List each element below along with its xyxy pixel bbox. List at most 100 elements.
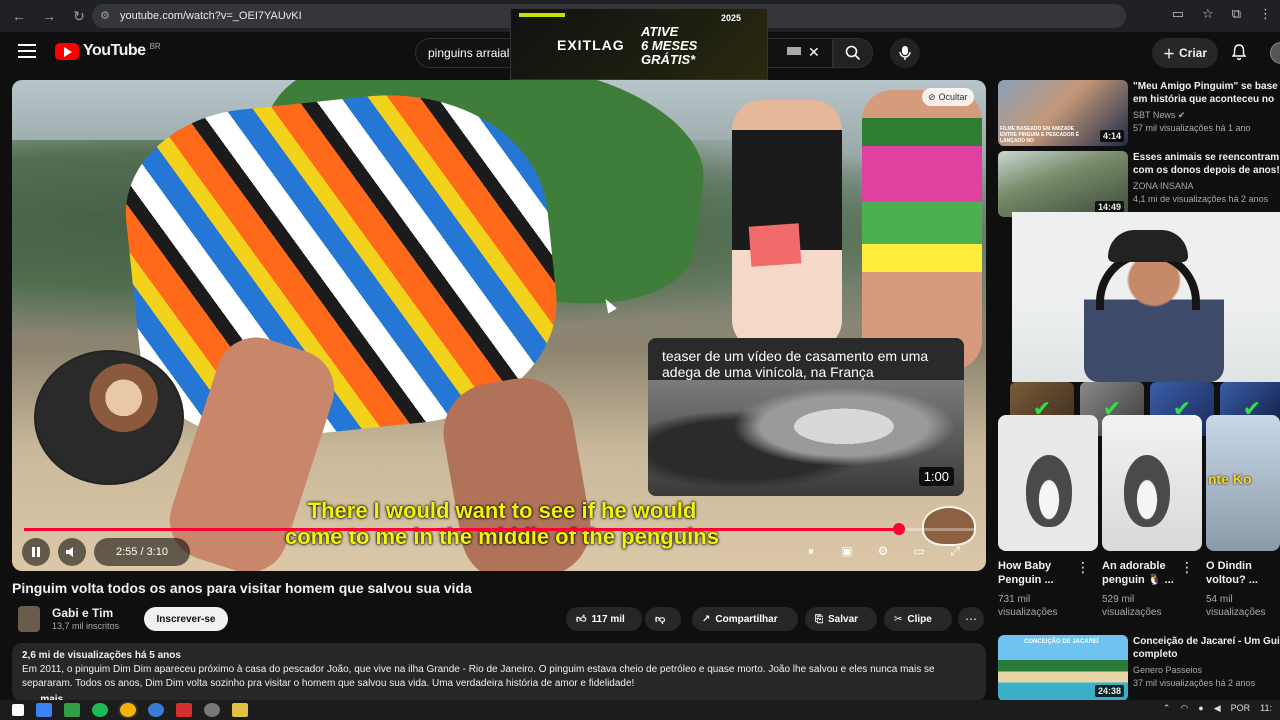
reload-icon[interactable]: ↻	[68, 5, 90, 27]
video-scene-child	[862, 90, 982, 370]
short-menu-icon[interactable]: ⋮	[1180, 559, 1194, 576]
app-icon[interactable]	[232, 703, 248, 717]
exitlag-ad-banner[interactable]: 2025 EXITLAG ATIVE 6 MESES GRÁTIS*	[510, 8, 768, 80]
short-thumbnail	[1102, 415, 1202, 551]
microphone-icon	[899, 46, 911, 60]
app-icon[interactable]	[64, 703, 80, 717]
subtitle-line-1: There I would want to see if he would	[307, 498, 697, 523]
short-overlay-text: nte Ko	[1208, 471, 1252, 487]
site-info-icon[interactable]: ⚙	[100, 9, 114, 23]
file-explorer-icon[interactable]	[36, 703, 52, 717]
tray-icon[interactable]: ⌃	[1163, 703, 1171, 714]
volume-icon	[66, 547, 73, 557]
short-card[interactable]: nte Ko O Dindin voltou? ... 54 mil visua…	[1206, 415, 1280, 618]
dislike-button[interactable]: 👎︎	[645, 607, 681, 631]
ad-line-2: 6 MESES	[641, 38, 698, 53]
search-value: pinguins arraial	[428, 46, 510, 60]
thumbnail-caption: CONCEIÇÃO DE JACAREÍ	[1024, 639, 1099, 645]
short-views: 54 mil visualizações	[1206, 593, 1280, 619]
share-icon: ↗	[702, 613, 711, 625]
cast-icon[interactable]: ▭	[1172, 6, 1184, 22]
teaser-popup[interactable]: teaser de um vídeo de casamento em uma a…	[648, 338, 964, 496]
recommendation-thumbnail: FILME BASEADO EM AMIZADE ENTRE PINGUIM E…	[998, 80, 1128, 146]
short-title: How Baby Penguin ...	[998, 559, 1084, 587]
channel-subscribers: 13,7 mil inscritos	[52, 621, 120, 631]
search-icon	[845, 45, 861, 61]
video-player[interactable]: ⊘ Ocultar teaser de um vídeo de casament…	[12, 80, 986, 571]
windows-taskbar: ⌃ ◠ ● ◀ POR 11:	[0, 700, 1280, 720]
pause-icon	[32, 547, 40, 557]
autoplay-toggle-icon[interactable]: ⏸	[800, 540, 822, 562]
more-actions-button[interactable]: ⋯	[958, 607, 984, 631]
save-button[interactable]: ⎘ Salvar	[805, 607, 877, 631]
like-count: 117 mil	[591, 613, 625, 625]
ad-year: 2025	[720, 13, 741, 23]
miniplayer-icon[interactable]: ▭	[908, 540, 930, 562]
chrome-icon[interactable]	[120, 703, 136, 717]
short-thumbnail: nte Ko	[1206, 415, 1280, 551]
back-icon[interactable]: ←	[8, 5, 30, 27]
video-duration: 4:14	[1099, 130, 1124, 142]
recommendation-channel: Genero Passeios	[1133, 665, 1203, 675]
recommendation-channel: ZONA INSANA	[1133, 181, 1194, 191]
forward-icon[interactable]: →	[38, 5, 60, 27]
windows-start-icon[interactable]	[12, 704, 24, 716]
app-icon[interactable]	[176, 703, 192, 717]
ad-brand: EXITLAG	[557, 37, 625, 53]
title-line: voltou? ...	[1206, 574, 1258, 586]
keyboard-icon[interactable]	[787, 47, 801, 55]
short-card[interactable]: How Baby Penguin ... 731 mil visualizaçõ…	[998, 415, 1098, 618]
clock[interactable]: 11:	[1260, 703, 1272, 714]
ad-line-1: ATIVE	[641, 24, 679, 39]
youtube-logo[interactable]: YouTube BR	[55, 42, 161, 60]
short-views: 731 mil visualizações	[998, 593, 1098, 619]
search-button[interactable]	[833, 38, 873, 68]
hamburger-menu-icon[interactable]	[18, 44, 36, 58]
chrome-menu-icon[interactable]: ⋮	[1259, 6, 1272, 22]
subscribe-button[interactable]: Inscrever-se	[144, 607, 228, 631]
fullscreen-icon[interactable]: ⤢	[944, 540, 966, 562]
channel-name[interactable]: Gabi e Tim	[52, 606, 113, 620]
voice-search-button[interactable]	[890, 38, 920, 68]
bookmark-star-icon[interactable]: ☆	[1202, 6, 1214, 22]
notifications-bell-icon[interactable]	[1230, 43, 1248, 61]
description-box[interactable]: 2,6 mi de visualizações há 5 anos Em 201…	[12, 643, 986, 705]
short-card[interactable]: An adorable penguin 🐧 ... 529 mil visual…	[1102, 415, 1202, 618]
volume-button[interactable]	[58, 538, 86, 566]
channel-avatar[interactable]	[18, 606, 40, 632]
video-title: Pinguim volta todos os anos para visitar…	[12, 580, 472, 596]
spotify-icon[interactable]	[92, 703, 108, 717]
like-button[interactable]: 👍︎ 117 mil	[566, 607, 642, 631]
language-indicator[interactable]: POR	[1231, 703, 1251, 714]
short-title: O Dindin voltou? ...	[1206, 559, 1278, 587]
penguin-image	[1026, 455, 1072, 527]
speaker-icon[interactable]: ◀	[1214, 703, 1221, 714]
progress-scrubber[interactable]	[893, 523, 906, 535]
create-button[interactable]: ＋ Criar	[1152, 38, 1218, 68]
recommendation-item[interactable]: FILME BASEADO EM AMIZADE ENTRE PINGUIM E…	[998, 80, 1280, 148]
mic-tray-icon[interactable]: ●	[1198, 703, 1203, 714]
channel-label: SBT News	[1133, 110, 1176, 120]
hide-overlay-button[interactable]: ⊘ Ocultar	[922, 88, 974, 106]
clip-button[interactable]: ✂ Clipe	[884, 607, 952, 631]
subtitles-icon[interactable]: ▣	[836, 540, 858, 562]
app-icon[interactable]	[204, 703, 220, 717]
account-avatar[interactable]	[1270, 42, 1280, 64]
share-button[interactable]: ↗ Compartilhar	[692, 607, 798, 631]
title-line: com os donos depois de anos!	[1133, 165, 1280, 176]
progress-bar[interactable]	[24, 523, 974, 535]
title-line: "Meu Amigo Pinguim" se base	[1133, 81, 1278, 92]
recommendation-item[interactable]: 14:49 Esses animais se reencontram com o…	[998, 151, 1280, 219]
wifi-icon[interactable]: ◠	[1180, 703, 1188, 714]
scissors-icon: ✂	[894, 613, 903, 625]
recommendation-item[interactable]: CONCEIÇÃO DE JACAREÍ 24:38 Conceição de …	[998, 635, 1280, 703]
short-menu-icon[interactable]: ⋮	[1076, 559, 1090, 576]
edge-icon[interactable]	[148, 703, 164, 717]
extensions-icon[interactable]: ⧉	[1232, 6, 1241, 22]
clear-search-icon[interactable]: ✕	[808, 44, 820, 61]
address-url: youtube.com/watch?v=_OEI7YAUvKI	[120, 10, 302, 22]
time-display: 2:55 / 3:10	[94, 538, 190, 566]
pause-button[interactable]	[22, 538, 50, 566]
settings-gear-icon[interactable]: ⚙	[872, 540, 894, 562]
title-line: Esses animais se reencontram	[1133, 152, 1280, 163]
